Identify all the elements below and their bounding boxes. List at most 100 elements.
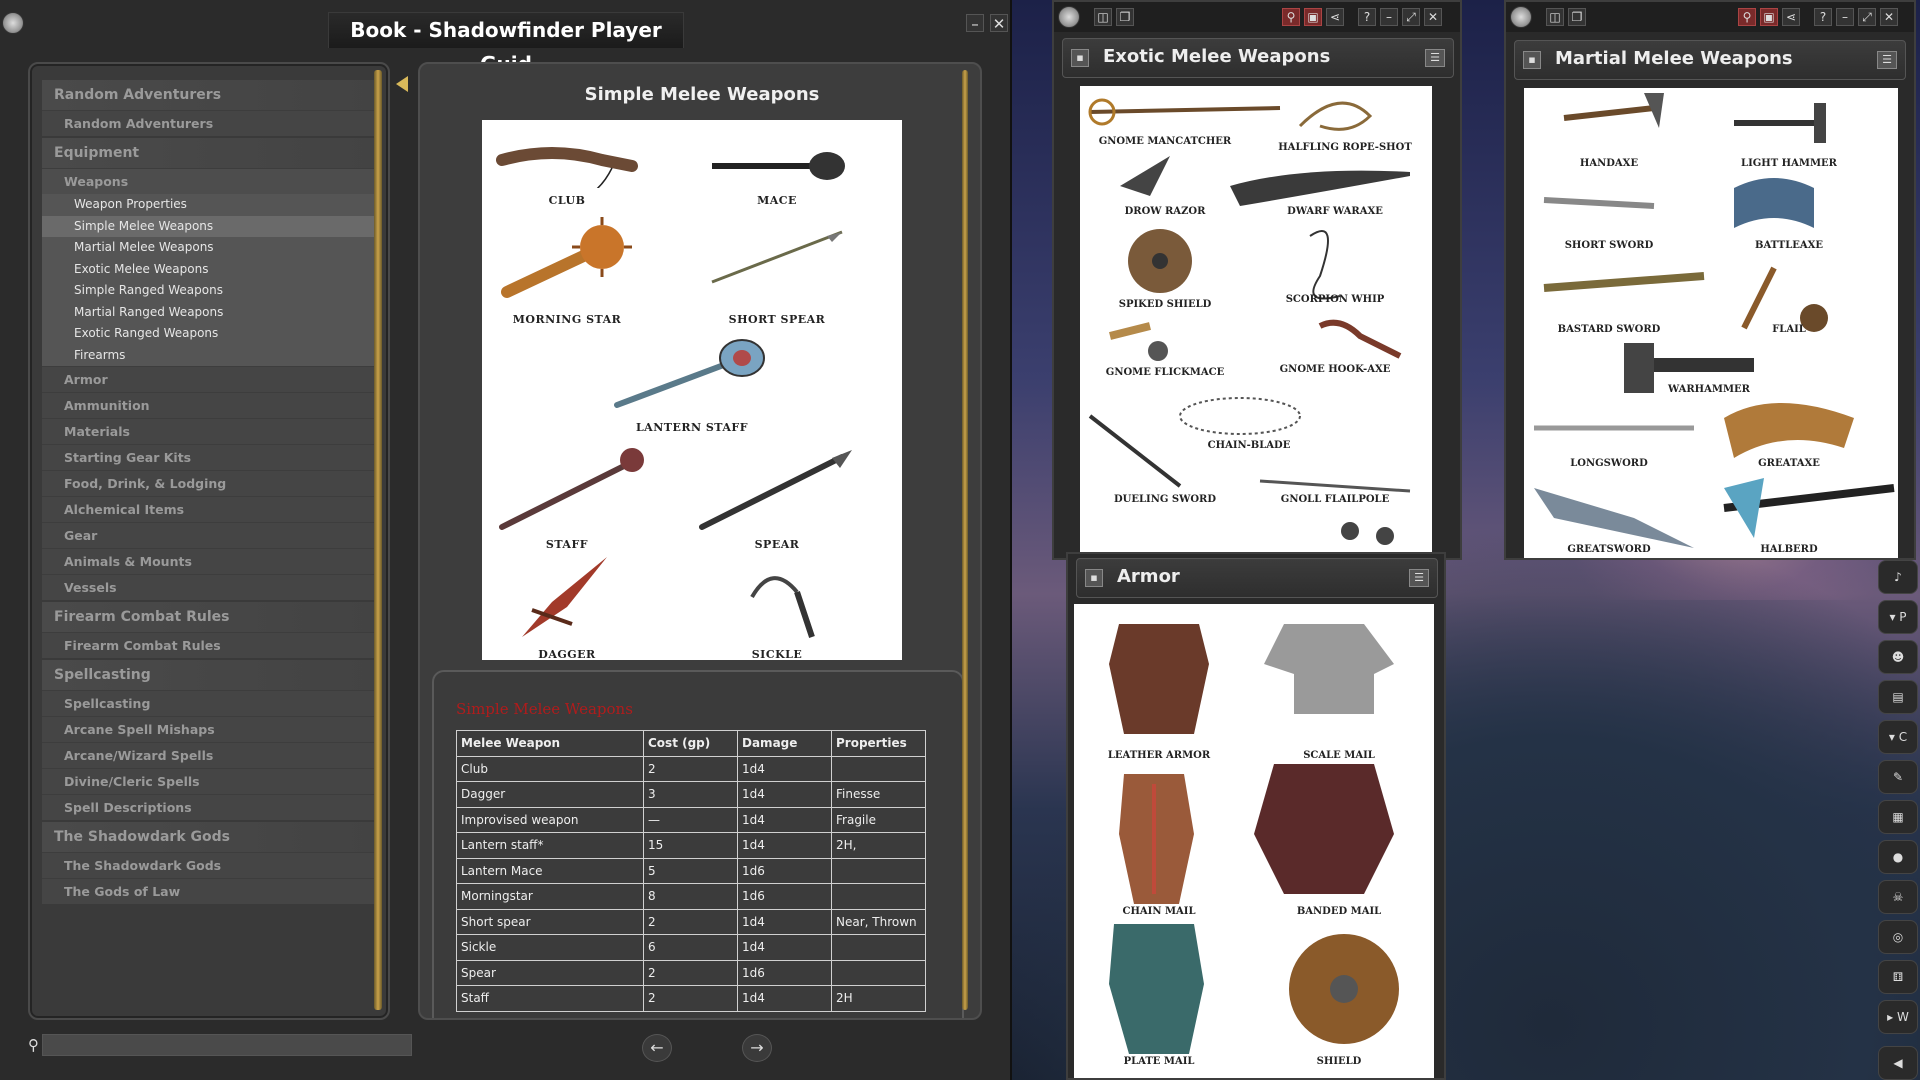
toc-item[interactable]: Ammunition: [42, 392, 374, 418]
zoom-icon[interactable]: ⚲: [1282, 8, 1300, 26]
dock-dice-icon[interactable]: ⚅: [1878, 960, 1918, 994]
item-label: GREATSWORD: [1567, 544, 1651, 555]
dock-character-icon[interactable]: ☻: [1878, 640, 1918, 674]
dock-map-icon[interactable]: ▦: [1878, 800, 1918, 834]
menu-icon[interactable]: ☰: [1409, 569, 1429, 587]
dock-sound-icon[interactable]: ♪: [1878, 560, 1918, 594]
toc-item[interactable]: Divine/Cleric Spells: [42, 768, 374, 794]
toc-item[interactable]: Alchemical Items: [42, 496, 374, 522]
toc-item[interactable]: Martial Ranged Weapons: [42, 301, 374, 323]
toc-item[interactable]: Starting Gear Kits: [42, 444, 374, 470]
column-header: Melee Weapon: [456, 730, 644, 757]
toc-item[interactable]: Firearms: [42, 344, 374, 366]
dock-section-c[interactable]: ▾ C: [1878, 720, 1918, 754]
layout-icon[interactable]: ◫: [1094, 8, 1112, 26]
close-icon[interactable]: ✕: [1424, 8, 1442, 26]
martial-weapons-illustration: HANDAXE LIGHT HAMMER SHORT SWORD BATTLEA…: [1524, 88, 1898, 558]
window-icon: ▪: [1085, 569, 1103, 587]
maximize-icon[interactable]: ⤢: [1402, 8, 1420, 26]
toc-item[interactable]: Food, Drink, & Lodging: [42, 470, 374, 496]
toc-item[interactable]: Arcane/Wizard Spells: [42, 742, 374, 768]
next-page-button[interactable]: →: [742, 1034, 772, 1062]
dock-bag-icon[interactable]: ●: [1878, 840, 1918, 874]
dock-collapse-icon[interactable]: ◀: [1878, 1046, 1918, 1080]
toc-item[interactable]: Spellcasting: [42, 690, 374, 716]
table-cell: 1d6: [737, 857, 832, 884]
lantern-staff-icon: [614, 339, 765, 408]
lock-icon[interactable]: ▣: [1760, 8, 1778, 26]
window-title: Martial Melee Weapons: [1555, 48, 1793, 69]
toc-item[interactable]: Simple Melee Weapons: [42, 215, 374, 237]
toc-item[interactable]: Random Adventurers: [42, 80, 374, 110]
share-icon[interactable]: ⋖: [1326, 8, 1344, 26]
minimize-icon[interactable]: –: [1836, 8, 1854, 26]
table-cell: 2H,: [831, 832, 926, 859]
share-icon[interactable]: ⋖: [1782, 8, 1800, 26]
toc-item[interactable]: Arcane Spell Mishaps: [42, 716, 374, 742]
copy-icon[interactable]: ❐: [1568, 8, 1586, 26]
toc-item[interactable]: Equipment: [42, 138, 374, 168]
toc-item[interactable]: Armor: [42, 366, 374, 392]
dock-section-p[interactable]: ▾ P: [1878, 600, 1918, 634]
window-icon: ▪: [1071, 49, 1089, 67]
toc-item[interactable]: Spell Descriptions: [42, 794, 374, 820]
table-cell: 2H: [831, 985, 926, 1012]
toc-item[interactable]: Simple Ranged Weapons: [42, 280, 374, 302]
toc-scrollbar[interactable]: [374, 70, 382, 1010]
close-icon[interactable]: ✕: [990, 14, 1008, 33]
dock-tool-icon[interactable]: ✎: [1878, 760, 1918, 794]
window-toolbar: ◫ ❐ ⚲ ▣ ⋖ ? – ⤢ ✕: [1054, 2, 1460, 32]
help-icon[interactable]: ?: [1358, 8, 1376, 26]
minimize-icon[interactable]: –: [966, 14, 984, 33]
toc-item[interactable]: Firearm Combat Rules: [42, 602, 374, 632]
collapse-toc-icon[interactable]: [396, 76, 408, 92]
help-icon[interactable]: ?: [1814, 8, 1832, 26]
menu-icon[interactable]: ☰: [1425, 49, 1445, 67]
toc-item[interactable]: The Shadowdark Gods: [42, 852, 374, 878]
toc-item[interactable]: Vessels: [42, 574, 374, 600]
toc-item[interactable]: Random Adventurers: [42, 110, 374, 136]
table-cell: 1d4: [737, 934, 832, 961]
toc-item[interactable]: Exotic Melee Weapons: [42, 258, 374, 280]
table-row: Short spear 2 1d4 Near, Thrown: [456, 908, 926, 935]
search-input[interactable]: [42, 1034, 412, 1056]
column-header: Cost (gp): [643, 730, 738, 757]
toc-item[interactable]: Gear: [42, 522, 374, 548]
toc-item[interactable]: Animals & Mounts: [42, 548, 374, 574]
table-cell: 5: [643, 857, 738, 884]
zoom-icon[interactable]: ⚲: [1738, 8, 1756, 26]
club-icon: [496, 147, 638, 197]
table-cell: 2: [643, 755, 738, 782]
close-icon[interactable]: ✕: [1880, 8, 1898, 26]
dock-section-w[interactable]: ▸ W: [1878, 1000, 1918, 1034]
layout-icon[interactable]: ◫: [1546, 8, 1564, 26]
menu-icon[interactable]: ☰: [1877, 51, 1897, 69]
table-cell: Staff: [456, 985, 644, 1012]
toc-item[interactable]: Weapons: [42, 168, 374, 194]
toc-item[interactable]: Martial Melee Weapons: [42, 237, 374, 259]
search-row: ⚲: [28, 1034, 412, 1058]
sickle-icon: [750, 576, 815, 638]
toc-item[interactable]: Materials: [42, 418, 374, 444]
content-heading: Simple Melee Weapons: [584, 84, 820, 105]
dock-coins-icon[interactable]: ◎: [1878, 920, 1918, 954]
minimize-icon[interactable]: –: [1380, 8, 1398, 26]
table-cell: [831, 959, 926, 986]
weapon-morning-star: MORNING STAR: [482, 212, 652, 326]
content-scrollbar[interactable]: [962, 70, 968, 1010]
previous-page-button[interactable]: ←: [642, 1034, 672, 1062]
dock-skull-icon[interactable]: ☠: [1878, 880, 1918, 914]
maximize-icon[interactable]: ⤢: [1858, 8, 1876, 26]
table-cell: 1d4: [737, 755, 832, 782]
toc-item[interactable]: Weapon Properties: [42, 194, 374, 216]
toc-item[interactable]: Firearm Combat Rules: [42, 632, 374, 658]
lock-icon[interactable]: ▣: [1304, 8, 1322, 26]
toc-item[interactable]: Spellcasting: [42, 660, 374, 690]
table-cell: Fragile: [831, 806, 926, 833]
dock-notes-icon[interactable]: ▤: [1878, 680, 1918, 714]
weapon-spear: SPEAR: [692, 442, 862, 551]
toc-item[interactable]: Exotic Ranged Weapons: [42, 323, 374, 345]
toc-item[interactable]: The Shadowdark Gods: [42, 822, 374, 852]
copy-icon[interactable]: ❐: [1116, 8, 1134, 26]
toc-item[interactable]: The Gods of Law: [42, 878, 374, 904]
